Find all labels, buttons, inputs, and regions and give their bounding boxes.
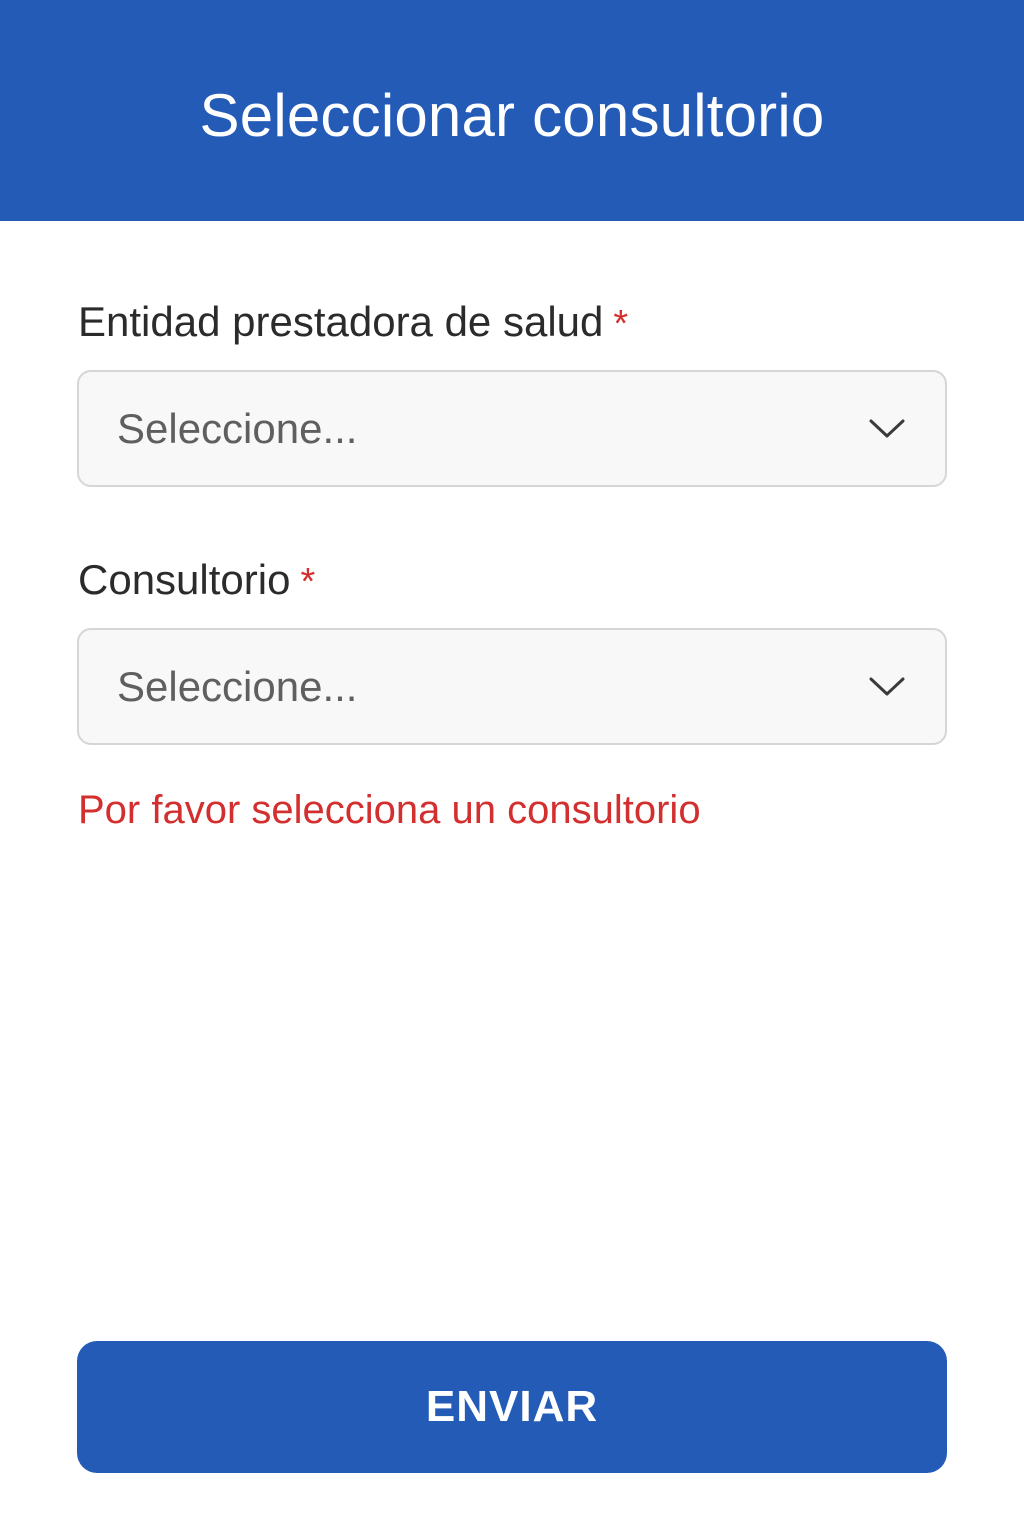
required-indicator: *	[300, 561, 316, 603]
entidad-select-placeholder: Seleccione...	[117, 404, 358, 452]
app-header: Seleccionar consultorio	[0, 0, 1024, 221]
consultorio-label-text: Consultorio	[78, 556, 291, 603]
entidad-select[interactable]: Seleccione...	[77, 370, 947, 487]
entidad-label-text: Entidad prestadora de salud	[78, 298, 604, 345]
consultorio-select[interactable]: Seleccione...	[77, 628, 947, 745]
consultorio-select-placeholder: Seleccione...	[117, 662, 358, 710]
chevron-down-icon	[869, 677, 905, 695]
select-office-screen: Seleccionar consultorio Entidad prestado…	[0, 0, 1024, 1536]
consultorio-field-label: Consultorio *	[78, 556, 315, 604]
submit-button[interactable]: ENVIAR	[77, 1341, 947, 1473]
entidad-field-label: Entidad prestadora de salud *	[78, 298, 628, 346]
required-indicator: *	[613, 303, 629, 345]
page-title: Seleccionar consultorio	[199, 82, 825, 149]
consultorio-error-message: Por favor selecciona un consultorio	[78, 788, 701, 832]
chevron-down-icon	[869, 419, 905, 437]
